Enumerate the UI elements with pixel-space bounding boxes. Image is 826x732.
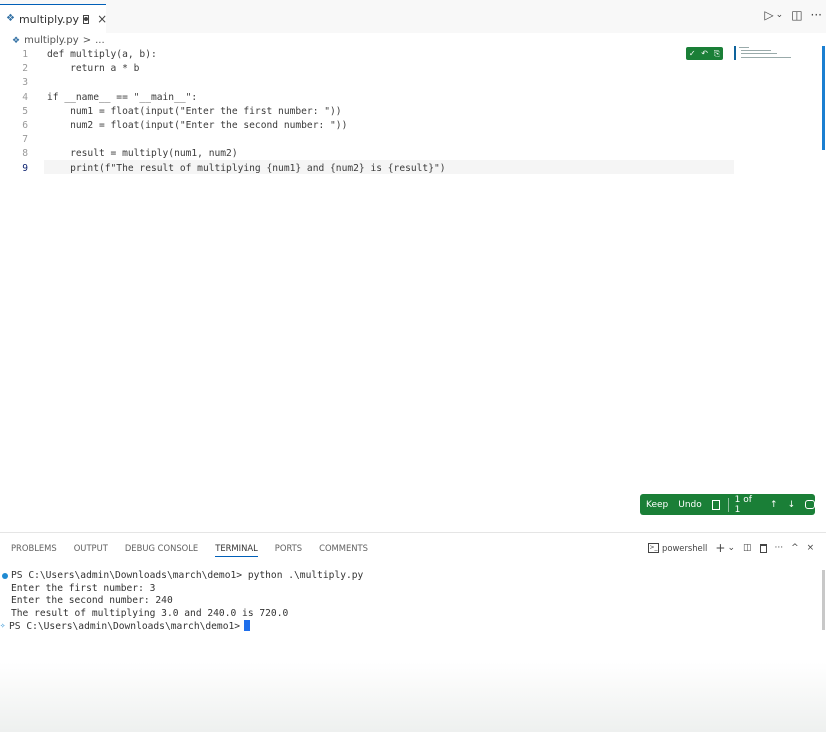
- terminal-prompt-line: ✧ PS C:\Users\admin\Downloads\march\demo1…: [0, 620, 826, 633]
- terminal-line: The result of multiplying 3.0 and 240.0 …: [11, 607, 289, 619]
- code-line: 3: [0, 76, 826, 90]
- terminal-output[interactable]: PS C:\Users\admin\Downloads\march\demo1>…: [0, 570, 826, 633]
- keep-button[interactable]: Keep: [646, 500, 668, 510]
- line-number: 3: [22, 77, 28, 89]
- chat-edit-review-bar: Keep Undo 1 of 1 ↑ ↓: [640, 494, 815, 515]
- line-number: 9: [22, 162, 28, 174]
- panel-tab-terminal[interactable]: TERMINAL: [215, 543, 258, 557]
- copilot-icon[interactable]: [805, 500, 815, 509]
- unsaved-indicator-icon: [83, 14, 90, 24]
- sparkle-icon: ✧: [0, 621, 6, 632]
- code-line: 4 if __name__ == "__main__":: [0, 91, 826, 105]
- panel-tab-debug-console[interactable]: DEBUG CONSOLE: [125, 543, 198, 557]
- terminal-line: Enter the first number: 3: [11, 582, 156, 594]
- more-actions-icon[interactable]: ···: [811, 8, 822, 22]
- line-number: 4: [22, 91, 28, 103]
- tab-filename: multiply.py: [18, 12, 80, 26]
- editor-scrollbar[interactable]: [822, 46, 825, 150]
- breadcrumb-separator: >: [82, 35, 92, 46]
- code-line: 9 print(f"The result of multiplying {num…: [0, 162, 826, 176]
- code-text: return a * b: [47, 63, 140, 75]
- line-number: 1: [22, 49, 28, 60]
- copy-icon[interactable]: ⎘: [714, 49, 720, 59]
- terminal-dropdown-icon[interactable]: ⌄: [727, 543, 735, 553]
- breadcrumb-file[interactable]: multiply.py: [24, 35, 79, 46]
- line-number: 6: [22, 120, 28, 131]
- more-terminal-actions-icon[interactable]: ···: [775, 543, 784, 553]
- terminal-line: PS C:\Users\admin\Downloads\march\demo1>…: [0, 570, 826, 583]
- command-success-icon: [2, 573, 8, 579]
- undo-icon[interactable]: ↶: [701, 49, 708, 58]
- terminal-actions: >_ powershell + ⌄ ◫ ··· ^ ×: [648, 541, 814, 555]
- breadcrumb: ❖ multiply.py > ...: [12, 33, 105, 48]
- code-line: 8 result = multiply(num1, num2): [0, 147, 826, 161]
- inline-accept-controls: ✓ ↶ ⎘: [686, 47, 723, 60]
- editor-tab-multiply[interactable]: ❖ multiply.py ×: [0, 4, 107, 33]
- panel-tab-comments[interactable]: COMMENTS: [319, 543, 368, 557]
- editor-actions: ▷ ⌄ ◫ ···: [764, 8, 822, 22]
- panel-tab-ports[interactable]: PORTS: [275, 543, 302, 557]
- bottom-panel: PROBLEMS OUTPUT DEBUG CONSOLE TERMINAL PORTS…: [0, 532, 826, 732]
- code-text: num2 = float(input("Enter the second num…: [47, 120, 348, 131]
- line-number: 2: [22, 63, 28, 75]
- panel-tab-output[interactable]: OUTPUT: [74, 543, 108, 557]
- maximize-panel-icon[interactable]: ^: [791, 543, 799, 553]
- split-terminal-icon[interactable]: ◫: [743, 543, 752, 553]
- terminal-shell-selector[interactable]: >_ powershell: [648, 543, 707, 553]
- python-file-icon: ❖: [12, 35, 21, 46]
- accept-check-icon[interactable]: ✓: [689, 49, 696, 58]
- previous-change-icon[interactable]: ↑: [770, 500, 778, 510]
- line-number: 8: [22, 148, 28, 160]
- terminal-prompt: PS C:\Users\admin\Downloads\march\demo1>: [9, 621, 241, 633]
- code-line: 7: [0, 133, 826, 147]
- code-text: result = multiply(num1, num2): [47, 148, 238, 160]
- code-text: num1 = float(input("Enter the first numb…: [47, 105, 342, 117]
- code-text: print(f"The result of multiplying {num1}…: [47, 162, 446, 174]
- run-python-icon[interactable]: ▷: [764, 8, 773, 22]
- breadcrumb-symbols[interactable]: ...: [95, 35, 105, 46]
- minimap[interactable]: [734, 46, 794, 62]
- run-dropdown-icon[interactable]: ⌄: [776, 10, 784, 20]
- new-terminal-icon[interactable]: +: [715, 541, 725, 555]
- terminal-cursor: [244, 620, 251, 632]
- code-line: 6 num2 = float(input("Enter the second n…: [0, 119, 826, 133]
- python-file-icon: ❖: [6, 13, 15, 24]
- diff-file-icon[interactable]: [711, 499, 720, 510]
- code-line: 5 num1 = float(input("Enter the first nu…: [0, 105, 826, 119]
- panel-tabs: PROBLEMS OUTPUT DEBUG CONSOLE TERMINAL PORTS…: [11, 543, 368, 557]
- kill-terminal-icon[interactable]: [759, 543, 767, 553]
- editor-tab-bar: ❖ multiply.py × ▷ ⌄ ◫ ···: [0, 0, 826, 33]
- close-panel-icon[interactable]: ×: [807, 543, 815, 553]
- close-tab-icon[interactable]: ×: [97, 12, 107, 26]
- change-counter: 1 of 1: [734, 494, 752, 515]
- code-text: if __name__ == "__main__":: [47, 91, 198, 103]
- next-change-icon[interactable]: ↓: [788, 500, 796, 510]
- terminal-scrollbar[interactable]: [822, 570, 825, 630]
- powershell-icon: >_: [648, 543, 659, 553]
- terminal-line: Enter the second number: 240: [11, 595, 173, 607]
- panel-tab-problems[interactable]: PROBLEMS: [11, 543, 57, 557]
- code-text: def multiply(a, b):: [47, 49, 157, 60]
- line-number: 7: [22, 134, 28, 146]
- code-editor[interactable]: 1 def multiply(a, b): 2 return a * b 3 4 if _…: [0, 47, 826, 532]
- shell-name: powershell: [662, 543, 708, 553]
- undo-button[interactable]: Undo: [678, 500, 702, 510]
- code-line: 2 return a * b: [0, 62, 826, 76]
- line-number: 5: [22, 105, 28, 117]
- split-editor-icon[interactable]: ◫: [791, 8, 802, 22]
